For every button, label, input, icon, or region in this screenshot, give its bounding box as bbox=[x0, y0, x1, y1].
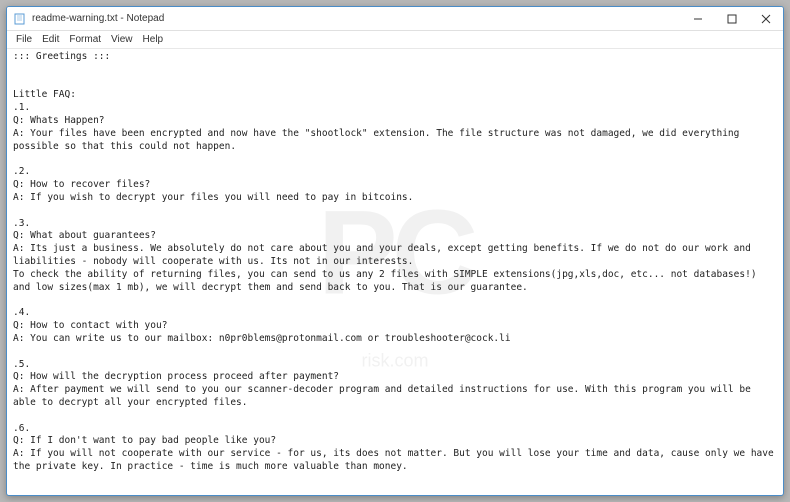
window-controls bbox=[681, 7, 783, 30]
menu-help[interactable]: Help bbox=[138, 33, 169, 46]
q6-a: A: If you will not cooperate with our se… bbox=[13, 448, 779, 472]
menu-view[interactable]: View bbox=[106, 33, 138, 46]
text-content-area[interactable]: ::: Greetings ::: Little FAQ: .1. Q: Wha… bbox=[7, 49, 783, 495]
q5-num: .5. bbox=[13, 359, 30, 370]
menu-edit[interactable]: Edit bbox=[37, 33, 64, 46]
close-button[interactable] bbox=[749, 7, 783, 30]
menu-file[interactable]: File bbox=[11, 33, 37, 46]
menubar: File Edit Format View Help bbox=[7, 31, 783, 49]
q4-num: .4. bbox=[13, 307, 30, 318]
q3-q: Q: What about guarantees? bbox=[13, 230, 156, 241]
q5-a: A: After payment we will send to you our… bbox=[13, 384, 757, 408]
greeting-line: ::: Greetings ::: bbox=[13, 51, 110, 62]
q3-num: .3. bbox=[13, 218, 30, 229]
minimize-button[interactable] bbox=[681, 7, 715, 30]
q4-q: Q: How to contact with you? bbox=[13, 320, 167, 331]
q6-num: .6. bbox=[13, 423, 30, 434]
notepad-window: readme-warning.txt - Notepad File Edit F… bbox=[6, 6, 784, 496]
q1-a: A: Your files have been encrypted and no… bbox=[13, 128, 745, 152]
q3-a2: To check the ability of returning files,… bbox=[13, 269, 762, 293]
q5-q: Q: How will the decryption process proce… bbox=[13, 371, 339, 382]
q1-num: .1. bbox=[13, 102, 30, 113]
titlebar[interactable]: readme-warning.txt - Notepad bbox=[7, 7, 783, 31]
q2-a: A: If you wish to decrypt your files you… bbox=[13, 192, 413, 203]
q3-a1: A: Its just a business. We absolutely do… bbox=[13, 243, 757, 267]
menu-format[interactable]: Format bbox=[64, 33, 106, 46]
window-title: readme-warning.txt - Notepad bbox=[32, 13, 681, 24]
q1-q: Q: Whats Happen? bbox=[13, 115, 105, 126]
maximize-button[interactable] bbox=[715, 7, 749, 30]
faq-header: Little FAQ: bbox=[13, 89, 76, 100]
q4-a: A: You can write us to our mailbox: n0pr… bbox=[13, 333, 511, 344]
q6-q: Q: If I don't want to pay bad people lik… bbox=[13, 435, 276, 446]
watermark-sub: risk.com bbox=[318, 349, 473, 373]
notepad-icon bbox=[13, 12, 27, 26]
q2-num: .2. bbox=[13, 166, 30, 177]
q2-q: Q: How to recover files? bbox=[13, 179, 150, 190]
